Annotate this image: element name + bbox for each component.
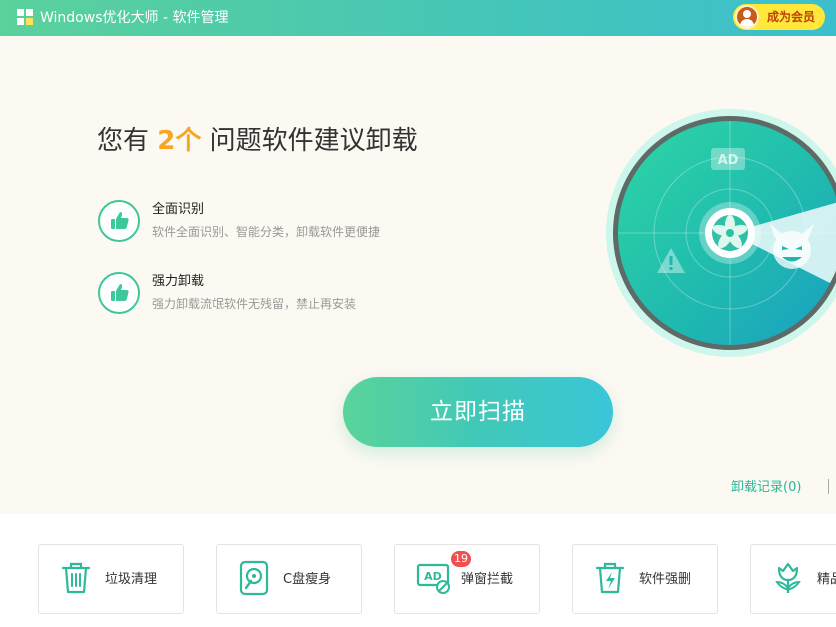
tool-label: 弹窗拦截 [461, 572, 514, 587]
feature-title: 全面识别 [152, 202, 205, 217]
uninstall-history-link[interactable]: 卸载记录(0) [731, 480, 801, 496]
tool-force-delete[interactable]: 软件强删 [572, 544, 718, 614]
tool-popup-block[interactable]: AD 19 弹窗拦截 [394, 544, 540, 614]
feature-full-recognition: 全面识别 软件全面识别、智能分类，卸载软件更便捷 [98, 200, 518, 244]
problem-count: 2个 [157, 126, 202, 156]
scan-now-label: 立即扫描 [430, 399, 526, 425]
tulip-icon [775, 562, 801, 593]
ad-label: AD [718, 153, 739, 168]
tool-c-drive-slim[interactable]: C盘瘦身 [216, 544, 362, 614]
feature-desc: 软件全面识别、智能分类，卸载软件更便捷 [152, 225, 381, 239]
tool-junk-clean[interactable]: 垃圾清理 [38, 544, 184, 614]
tool-label: 软件强删 [639, 572, 692, 587]
feature-desc: 强力卸载流氓软件无残留，禁止再安装 [152, 297, 357, 311]
tool-label: C盘瘦身 [283, 572, 332, 587]
tool-featured[interactable]: 精品 [750, 544, 836, 614]
headline: 您有 2个 问题软件建议卸载 [97, 124, 418, 158]
headline-prefix: 您有 [97, 126, 150, 156]
svg-text:AD: AD [424, 570, 442, 583]
tool-label: 精品 [817, 572, 836, 587]
tool-bar: 垃圾清理 C盘瘦身 AD 19 弹窗拦截 软件强删 精 [0, 514, 836, 627]
main-panel: 您有 2个 问题软件建议卸载 全面识别 软件全面识别、智能分类，卸载软件更便捷 … [0, 36, 836, 514]
feature-force-uninstall: 强力卸载 强力卸载流氓软件无残留，禁止再安装 [98, 272, 518, 316]
disk-icon [239, 560, 269, 596]
thumbs-up-icon [98, 200, 140, 242]
divider [828, 479, 829, 494]
windows-logo-icon [17, 9, 34, 26]
radar-scanner: AD [606, 109, 836, 357]
ad-icon: AD [711, 148, 745, 170]
thumbs-up-icon [98, 272, 140, 314]
become-member-label: 成为会员 [767, 10, 816, 24]
notification-badge: 19 [451, 551, 471, 567]
scan-now-button[interactable]: 立即扫描 [343, 377, 613, 447]
window-title: Windows优化大师 - 软件管理 [40, 10, 229, 26]
tool-label: 垃圾清理 [105, 572, 158, 587]
ad-block-icon: AD [416, 563, 450, 594]
become-member-button[interactable]: 成为会员 [733, 4, 825, 30]
title-bar: Windows优化大师 - 软件管理 成为会员 [0, 0, 836, 36]
headline-suffix: 问题软件建议卸载 [209, 126, 418, 156]
feature-title: 强力卸载 [152, 274, 205, 289]
trash-icon [61, 562, 91, 594]
avatar-icon [735, 5, 759, 29]
force-delete-icon [595, 562, 625, 594]
